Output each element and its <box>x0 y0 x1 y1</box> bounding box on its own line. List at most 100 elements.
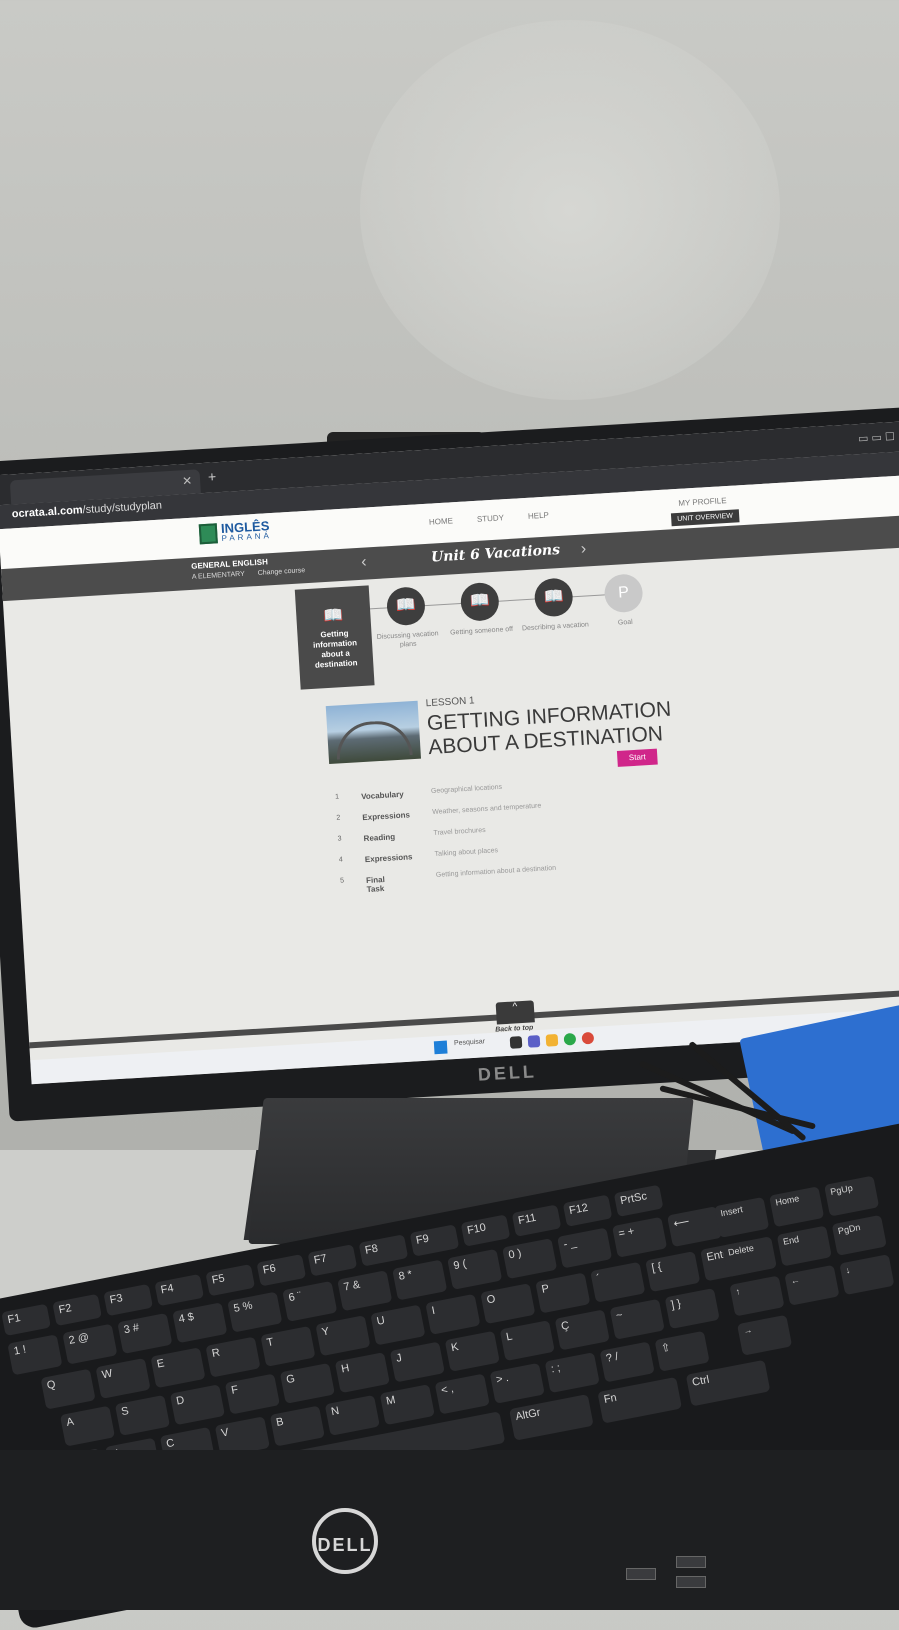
step-goal[interactable]: P Goal <box>583 572 666 630</box>
nav-study[interactable]: STUDY <box>477 513 505 524</box>
keyboard-key[interactable]: 8 * <box>392 1259 448 1301</box>
keyboard-key[interactable]: L <box>499 1320 555 1362</box>
keyboard-key[interactable]: J <box>389 1341 445 1383</box>
keyboard-key[interactable]: PrtSc <box>613 1184 664 1217</box>
keyboard-key[interactable]: 3 # <box>117 1312 173 1354</box>
keyboard-key[interactable]: M <box>379 1384 435 1426</box>
chrome-icon[interactable] <box>563 1032 577 1046</box>
keyboard-key[interactable]: B <box>269 1405 325 1447</box>
keyboard-key[interactable]: ⇧ <box>654 1330 710 1372</box>
prev-unit-arrow-icon[interactable]: ‹ <box>361 553 367 571</box>
keyboard-key[interactable]: O <box>480 1283 536 1325</box>
nav-key[interactable]: Delete <box>721 1236 777 1278</box>
unit-overview-button[interactable]: UNIT OVERVIEW <box>670 509 740 527</box>
keyboard-key[interactable]: P <box>535 1272 591 1314</box>
nav-key[interactable]: Home <box>769 1186 825 1228</box>
keyboard-key[interactable]: 5 % <box>227 1291 283 1333</box>
activity-row[interactable]: 2 Expressions Weather, seasons and tempera… <box>336 803 541 836</box>
keyboard-key[interactable]: U <box>370 1304 426 1346</box>
nav-key[interactable]: → <box>736 1314 793 1356</box>
keyboard-key[interactable]: F12 <box>562 1194 613 1227</box>
windows-start-icon[interactable] <box>433 1040 448 1055</box>
activity-row[interactable]: 1 Vocabulary Geographical locations <box>335 784 502 815</box>
task-view-icon[interactable] <box>509 1036 523 1049</box>
keyboard-key[interactable]: F2 <box>52 1293 102 1327</box>
keyboard-key[interactable]: 4 $ <box>172 1302 228 1344</box>
keyboard-key[interactable]: ? / <box>599 1341 655 1383</box>
nav-key[interactable]: ↑ <box>729 1275 785 1317</box>
keyboard-key[interactable]: 0 ) <box>502 1238 558 1280</box>
next-unit-arrow-icon[interactable]: › <box>580 540 586 558</box>
keyboard-key[interactable]: < , <box>434 1373 490 1415</box>
nav-key[interactable]: End <box>776 1225 832 1267</box>
new-tab-button[interactable]: + <box>207 468 216 484</box>
nav-key[interactable]: PgDn <box>831 1214 887 1256</box>
keyboard-key[interactable]: I <box>425 1293 481 1335</box>
activity-row[interactable]: 3 Reading Travel brochures <box>337 827 485 857</box>
keyboard-key[interactable]: [ { <box>645 1251 701 1293</box>
keyboard-key[interactable]: ] } <box>664 1288 720 1330</box>
keyboard-key[interactable]: F3 <box>103 1283 154 1317</box>
keyboard-key[interactable]: K <box>444 1330 500 1372</box>
keyboard-key[interactable]: 1 ! <box>7 1334 63 1376</box>
nav-key[interactable]: Insert <box>714 1196 770 1238</box>
file-explorer-icon[interactable] <box>545 1033 559 1047</box>
site-logo[interactable]: INGLÊS PARANÁ <box>198 518 272 545</box>
keyboard-key[interactable]: F7 <box>307 1244 358 1277</box>
change-course-link[interactable]: Change course <box>258 567 306 577</box>
keyboard-key[interactable]: ⟵ <box>666 1206 723 1248</box>
keyboard-key[interactable]: A <box>59 1405 116 1447</box>
keyboard-key[interactable]: F9 <box>409 1224 460 1257</box>
start-button[interactable]: Start <box>616 748 658 767</box>
nav-key[interactable]: PgUp <box>824 1175 880 1217</box>
browser-icon[interactable] <box>581 1031 595 1045</box>
chat-icon[interactable] <box>527 1035 541 1048</box>
keyboard-key[interactable]: - _ <box>557 1227 613 1269</box>
keyboard-key[interactable]: E <box>150 1347 206 1389</box>
keyboard-key[interactable]: F8 <box>358 1234 409 1267</box>
keyboard-key[interactable]: F10 <box>460 1214 511 1247</box>
keyboard-key[interactable]: F5 <box>205 1264 256 1297</box>
keyboard-key[interactable]: 2 @ <box>62 1323 118 1365</box>
close-tab-icon[interactable]: ✕ <box>182 474 193 489</box>
nav-key[interactable]: ← <box>784 1264 840 1306</box>
keyboard-key[interactable]: D <box>169 1384 226 1426</box>
my-profile-link[interactable]: MY PROFILE <box>678 496 727 508</box>
step-3[interactable]: 📖 Getting someone off <box>439 580 522 638</box>
keyboard-key[interactable]: F6 <box>256 1254 307 1287</box>
keyboard-key[interactable]: Ç <box>554 1309 610 1351</box>
keyboard-key[interactable]: N <box>324 1394 380 1436</box>
keyboard-key[interactable]: AltGr <box>509 1394 594 1441</box>
nav-home[interactable]: HOME <box>429 516 453 526</box>
activity-row[interactable]: 4 Expressions Talking about places <box>339 847 499 878</box>
nav-key[interactable]: ↓ <box>839 1254 895 1296</box>
keyboard-key[interactable]: = + <box>612 1216 668 1258</box>
keyboard-key[interactable]: S <box>114 1394 171 1436</box>
keyboard-key[interactable]: W <box>95 1357 151 1399</box>
keyboard-key[interactable]: H <box>334 1352 390 1394</box>
keyboard-key[interactable]: 6 ¨ <box>282 1280 338 1322</box>
nav-help[interactable]: HELP <box>528 511 549 521</box>
keyboard-key[interactable]: ~ <box>609 1298 665 1340</box>
keyboard-key[interactable]: F4 <box>154 1273 205 1307</box>
window-controls[interactable]: ▭ ▭ ☐ <box>858 430 895 445</box>
keyboard-key[interactable]: R <box>205 1336 261 1378</box>
keyboard-key[interactable]: Q <box>40 1368 96 1410</box>
step-2[interactable]: 📖 Discussing vacation plans <box>365 585 449 652</box>
keyboard-key[interactable]: : ; <box>544 1352 600 1394</box>
keyboard-key[interactable]: G <box>279 1362 335 1404</box>
keyboard-key[interactable]: 7 & <box>337 1270 393 1312</box>
activity-row[interactable]: 5 Final Task Getting information about a d… <box>340 865 556 899</box>
keyboard-key[interactable]: Ctrl <box>685 1359 771 1407</box>
keyboard-key[interactable]: ´ <box>590 1261 646 1303</box>
back-to-top-icon[interactable]: ^ <box>495 1000 535 1025</box>
keyboard-key[interactable]: > . <box>489 1362 545 1404</box>
keyboard-key[interactable]: F11 <box>511 1204 562 1237</box>
keyboard-key[interactable]: Y <box>315 1315 371 1357</box>
taskbar-search[interactable]: Pesquisar <box>454 1037 503 1054</box>
keyboard-key[interactable]: T <box>260 1325 316 1367</box>
keyboard-key[interactable]: F <box>224 1373 280 1415</box>
keyboard-key[interactable]: 9 ( <box>447 1248 503 1290</box>
keyboard-key[interactable]: Fn <box>597 1376 683 1424</box>
keyboard-key[interactable]: F1 <box>1 1303 51 1337</box>
